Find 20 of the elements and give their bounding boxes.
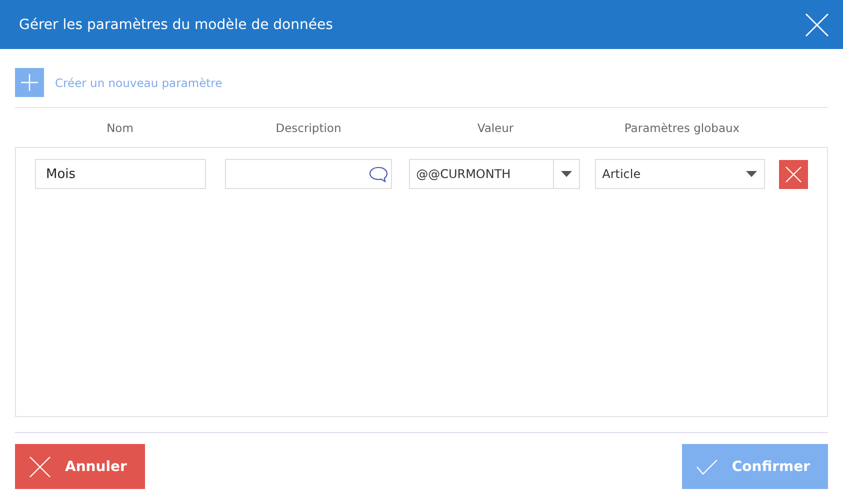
close-icon[interactable]: [805, 12, 829, 36]
column-header: Valeur: [476, 120, 515, 134]
caret-icon: [561, 171, 572, 177]
plus-icon: [21, 74, 38, 91]
close-icon: [29, 456, 51, 478]
name-field[interactable]: Mois: [35, 159, 206, 189]
add-button[interactable]: [15, 68, 44, 97]
column-header: Paramètres globaux: [623, 120, 741, 134]
column-header: Description: [274, 120, 342, 134]
column-header: Nom: [106, 120, 134, 134]
description-field[interactable]: [225, 159, 392, 189]
checkmark-icon: [696, 458, 718, 474]
caret-icon: [746, 171, 757, 177]
cancel-button[interactable]: Annuler: [15, 444, 145, 489]
global-parameter-dropdown[interactable]: Article: [595, 159, 766, 189]
window-title: Gérer les paramètres du modèle de données: [19, 16, 333, 32]
comment-icon[interactable]: [369, 166, 388, 182]
close-icon: [785, 166, 802, 182]
value-dropdown[interactable]: @@CURMONTH: [409, 159, 580, 189]
delete-button[interactable]: [779, 160, 808, 188]
